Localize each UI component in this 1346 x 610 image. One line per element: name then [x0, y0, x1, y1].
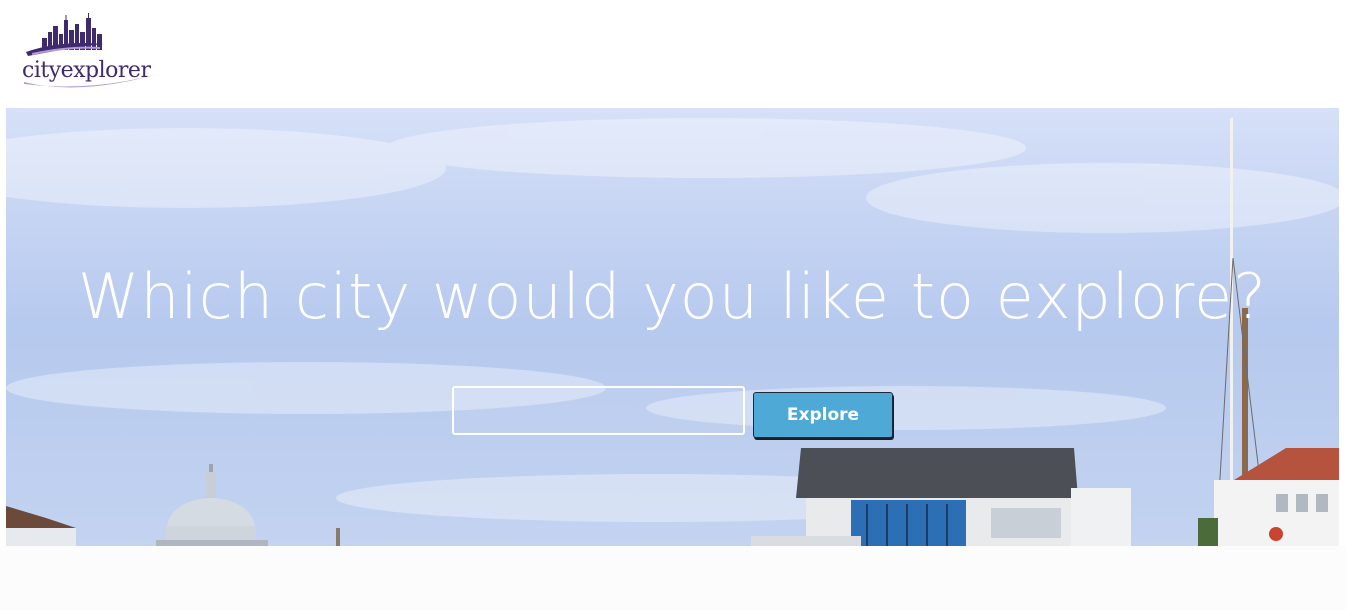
hero-banner: Which city would you like to explore? Ex…: [6, 108, 1339, 546]
city-search-input[interactable]: [452, 386, 745, 435]
hero-title: Which city would you like to explore?: [77, 260, 1268, 333]
site-logo[interactable]: cityexplorer: [20, 12, 162, 92]
explore-button[interactable]: Explore: [753, 392, 893, 438]
site-header: cityexplorer: [0, 0, 1346, 108]
page-content-area: [0, 546, 1346, 610]
logo-text: cityexplorer: [22, 58, 151, 83]
